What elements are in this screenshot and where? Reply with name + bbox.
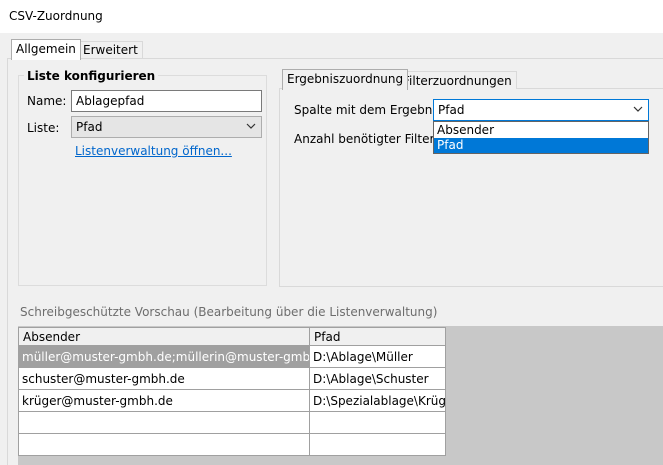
column-header-absender[interactable]: Absender [18, 327, 310, 346]
table-row[interactable]: krüger@muster-gmbh.de D:\Spezialablage\K… [18, 389, 446, 412]
table-row[interactable]: schuster@muster-gmbh.de D:\Ablage\Schust… [18, 367, 446, 390]
table-row[interactable] [18, 411, 446, 434]
table-cell-pfad[interactable] [309, 411, 446, 434]
list-label: Liste: [27, 121, 60, 135]
config-group-title: Liste konfigurieren [24, 69, 159, 83]
table-cell-absender[interactable]: schuster@muster-gmbh.de [18, 367, 310, 390]
result-column-dropdown: Absender Pfad [433, 121, 649, 154]
table-cell-pfad[interactable]: D:\Ablage\Müller [309, 345, 446, 368]
table-cell-pfad[interactable]: D:\Ablage\Schuster [309, 367, 446, 390]
result-column-label: Spalte mit dem Ergebnis: [294, 103, 447, 117]
table-cell-absender[interactable]: krüger@muster-gmbh.de [18, 389, 310, 412]
table-row[interactable] [18, 433, 446, 456]
name-label: Name: [27, 94, 67, 108]
column-header-pfad[interactable]: Pfad [309, 327, 446, 346]
table-cell-absender[interactable] [18, 433, 310, 456]
preview-label: Schreibgeschützte Vorschau (Bearbeitung … [20, 305, 438, 319]
result-column-combobox[interactable]: Pfad [433, 99, 649, 121]
dropdown-option-absender[interactable]: Absender [434, 123, 648, 138]
tab-allgemein[interactable]: Allgemein [11, 39, 81, 60]
list-combobox[interactable]: Pfad [71, 116, 262, 138]
filter-count-label: Anzahl benötigter Filter: [294, 132, 439, 146]
list-management-link[interactable]: Listenverwaltung öffnen... [75, 144, 232, 158]
chevron-down-icon [633, 106, 643, 112]
tab-erweitert[interactable]: Erweitert [78, 41, 143, 58]
table-row[interactable]: müller@muster-gmbh.de;müllerin@muster-gm… [18, 345, 446, 368]
tab-ergebniszuordnung[interactable]: Ergebniszuordnung [282, 69, 409, 90]
tab-filterzuordnungen[interactable]: Filterzuordnungen [398, 71, 517, 89]
preview-table: Absender Pfad müller@muster-gmbh.de;müll… [18, 327, 446, 456]
name-input[interactable]: Ablagepfad [71, 90, 262, 112]
table-cell-pfad[interactable]: D:\Spezialablage\Krüger [309, 389, 446, 412]
window-title: CSV-Zuordnung [9, 9, 103, 23]
table-cell-pfad[interactable] [309, 433, 446, 456]
result-column-value: Pfad [438, 103, 465, 117]
table-header-row: Absender Pfad [18, 327, 446, 346]
table-cell-absender[interactable] [18, 411, 310, 434]
dropdown-option-pfad[interactable]: Pfad [434, 138, 648, 153]
chevron-down-icon [246, 123, 256, 129]
list-combobox-value: Pfad [76, 120, 103, 134]
table-cell-absender[interactable]: müller@muster-gmbh.de;müllerin@muster-gm… [18, 345, 310, 368]
